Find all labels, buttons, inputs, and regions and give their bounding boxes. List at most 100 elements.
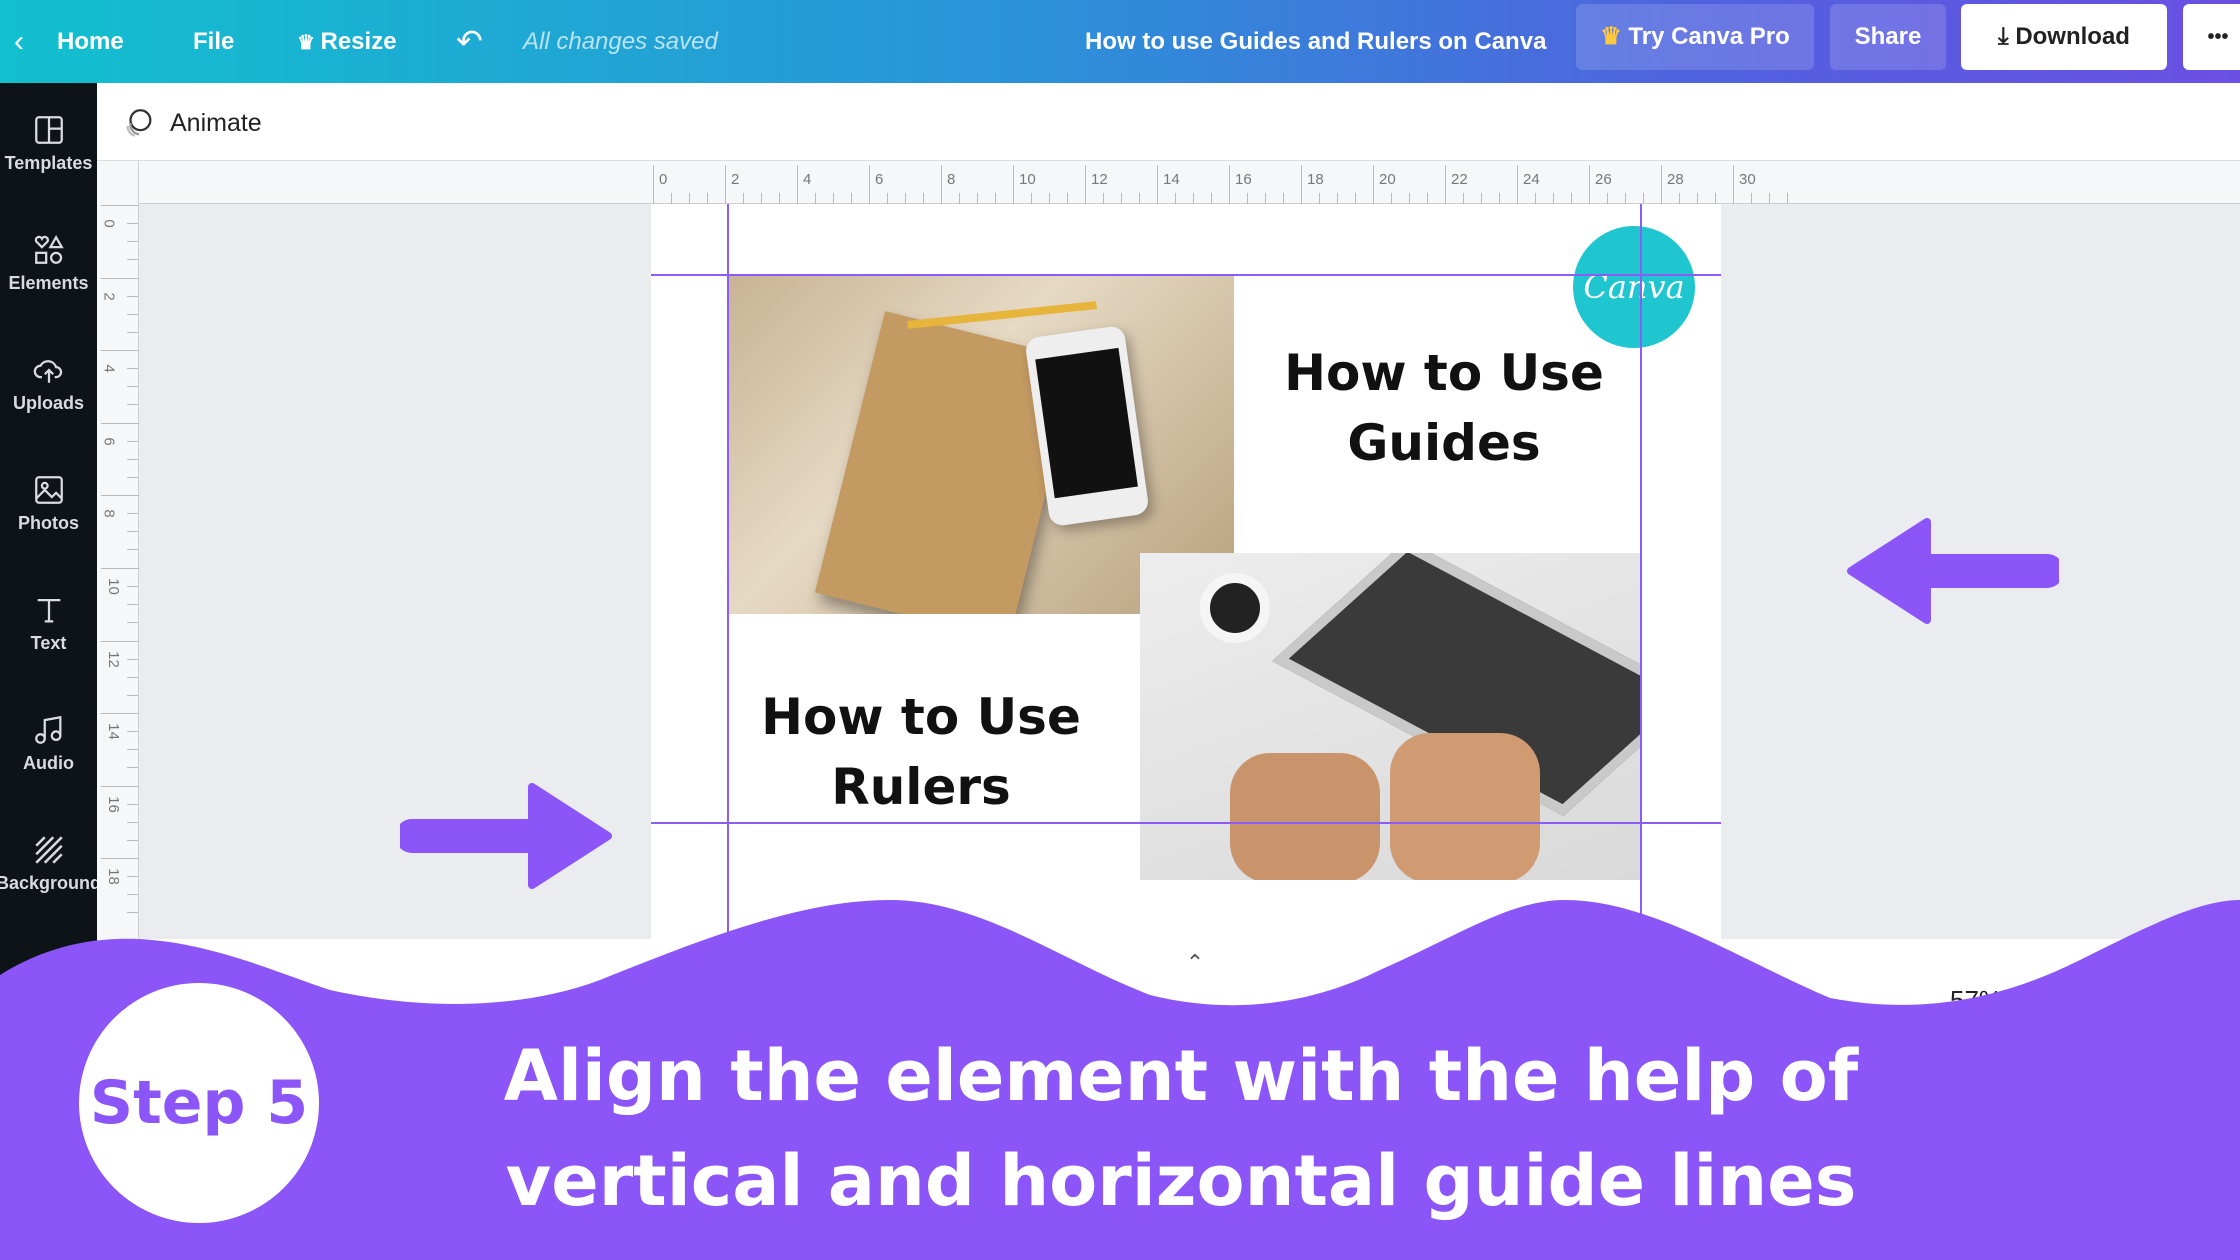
download-button[interactable]: ⤓ Download — [1961, 4, 2167, 70]
crown-icon: ♛ — [1600, 23, 1629, 50]
ruler-tick — [869, 165, 870, 204]
ruler-tick — [1283, 193, 1284, 204]
try-canva-pro-button[interactable]: ♛ Try Canva Pro — [1576, 4, 1814, 70]
ruler-label: 30 — [1739, 171, 1756, 188]
heading-rulers[interactable]: How to Use Rulers — [711, 682, 1131, 822]
sidebar-item-text[interactable]: Text — [0, 593, 97, 654]
heading-line: How to Use — [1284, 344, 1604, 402]
ruler-tick — [101, 350, 139, 352]
vertical-guide-left[interactable] — [727, 204, 729, 939]
ruler-label: 12 — [1091, 171, 1108, 188]
ruler-label: 6 — [100, 437, 118, 446]
ruler-tick — [127, 803, 138, 805]
ruler-tick — [1769, 193, 1770, 204]
ruler-tick — [101, 785, 139, 787]
ruler-tick — [127, 821, 138, 823]
crown-icon: ♛ — [297, 32, 321, 54]
ruler-tick — [1697, 193, 1698, 204]
more-options-button[interactable]: ••• — [2183, 4, 2240, 70]
ruler-tick — [127, 440, 138, 442]
ruler-label: 20 — [1379, 171, 1396, 188]
photo-icon — [34, 476, 63, 504]
ruler-tick — [1013, 165, 1014, 204]
resize-label: Resize — [320, 28, 397, 55]
ruler-tick — [1157, 165, 1158, 204]
sidebar-item-photos[interactable]: Photos — [0, 473, 97, 534]
ruler-tick — [977, 193, 978, 204]
ruler-tick — [1373, 165, 1374, 204]
ruler-tick — [707, 193, 708, 204]
ruler-tick — [1337, 193, 1338, 204]
ruler-label: 14 — [104, 723, 122, 741]
ruler-tick — [127, 513, 138, 515]
ruler-tick — [1301, 165, 1302, 204]
undo-icon[interactable]: ↶ — [456, 0, 483, 83]
resize-button[interactable]: ♛ Resize — [297, 0, 397, 83]
ruler-tick — [1391, 193, 1392, 204]
laptop-photo[interactable] — [1140, 553, 1641, 880]
ruler-tick — [887, 193, 888, 204]
ruler-tick — [1031, 193, 1032, 204]
caption-line-1: Align the element with the help of — [503, 1035, 1859, 1117]
design-page[interactable]: Canva How to Use Guides How to Use Ruler… — [651, 204, 1721, 939]
ruler-label: 8 — [100, 509, 118, 519]
ruler-tick — [101, 277, 139, 279]
ruler-tick — [941, 165, 942, 204]
ruler-tick — [797, 165, 798, 204]
ruler-tick — [127, 223, 138, 224]
sidebar-label: Uploads — [12, 393, 84, 413]
sidebar-item-templates[interactable]: Templates — [0, 113, 97, 174]
ruler-tick — [1517, 165, 1518, 204]
sidebar-item-elements[interactable]: Elements — [0, 233, 97, 294]
ruler-tick — [127, 458, 138, 460]
file-menu[interactable]: File — [193, 0, 234, 83]
horizontal-guide-bottom[interactable] — [651, 822, 1721, 824]
download-icon: ⤓ — [1998, 23, 2016, 50]
ruler-tick — [1463, 193, 1464, 204]
ruler-tick — [1643, 193, 1644, 204]
upload-cloud-icon — [33, 360, 62, 383]
ruler-tick — [1121, 193, 1122, 204]
sidebar-label: Audio — [23, 753, 74, 773]
ruler-label: 22 — [1451, 171, 1468, 188]
horizontal-guide-top[interactable] — [651, 274, 1721, 276]
ruler-tick — [995, 193, 996, 204]
ruler-tick — [923, 193, 924, 204]
sidebar-item-audio[interactable]: Audio — [0, 713, 97, 774]
ruler-tick — [1085, 165, 1086, 204]
editor-toolbar: Animate — [97, 83, 2240, 161]
ruler-label: 8 — [947, 171, 956, 188]
share-button[interactable]: Share — [1830, 4, 1946, 70]
ruler-tick — [101, 568, 139, 569]
text-icon — [37, 598, 60, 623]
ruler-tick — [1139, 193, 1140, 204]
animate-button[interactable]: Animate — [122, 103, 262, 143]
ruler-tick — [1103, 193, 1104, 204]
ruler-label: 28 — [1667, 171, 1684, 188]
ruler-tick — [1319, 193, 1320, 204]
ruler-tick — [1211, 193, 1212, 204]
ruler-tick — [743, 193, 744, 204]
home-button[interactable]: Home — [57, 0, 124, 83]
ruler-tick — [1553, 193, 1554, 204]
ruler-tick — [671, 193, 672, 204]
ruler-label: 4 — [100, 364, 118, 373]
ruler-tick — [1445, 165, 1446, 204]
chevron-left-icon[interactable]: ‹ — [14, 0, 24, 83]
document-title[interactable]: How to use Guides and Rulers on Canva — [1085, 0, 1546, 83]
sidebar-item-uploads[interactable]: Uploads — [0, 353, 97, 414]
background-hatch-icon — [34, 836, 63, 864]
coffee-cup-shape — [1200, 573, 1270, 643]
elements-icon — [34, 234, 64, 264]
ruler-tick — [1247, 193, 1248, 204]
horizontal-ruler[interactable]: 0 2 4 6 8 10 12 14 16 18 20 22 24 26 28 30 — [97, 161, 2240, 204]
ruler-label: 16 — [104, 795, 122, 813]
ruler-tick — [127, 604, 138, 605]
ruler-tick — [101, 495, 139, 497]
canva-logo[interactable]: Canva — [1573, 226, 1695, 348]
ruler-tick — [833, 193, 834, 204]
ruler-tick — [127, 586, 138, 587]
vertical-guide-right[interactable] — [1640, 204, 1642, 939]
ruler-tick — [689, 193, 690, 204]
hand-shape — [1390, 733, 1540, 880]
